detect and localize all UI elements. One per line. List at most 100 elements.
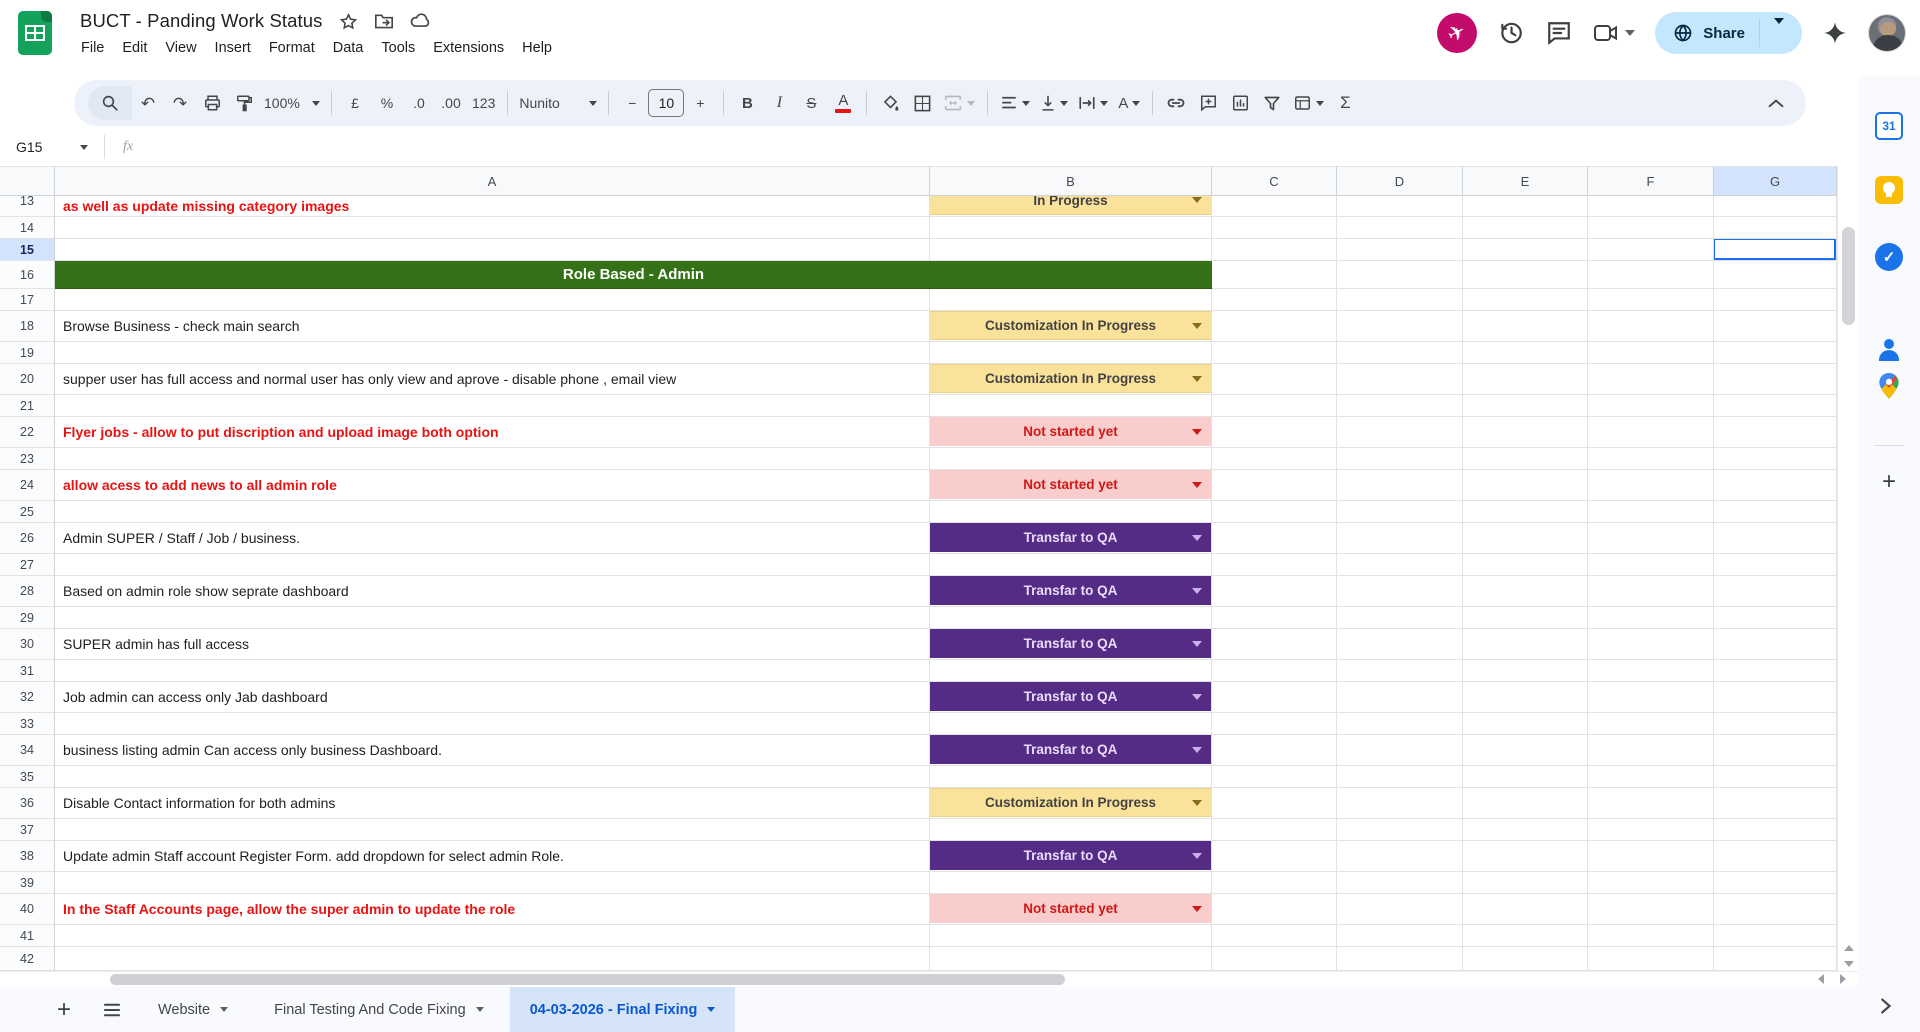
chip-caret-icon[interactable] [1192,694,1202,700]
cell-G20[interactable] [1714,364,1837,395]
row-header-42[interactable]: 42 [0,947,55,971]
cell-B29[interactable] [930,607,1212,629]
cell-B33[interactable] [930,713,1212,735]
fill-color-button[interactable] [874,86,906,120]
cell-D28[interactable] [1337,576,1463,607]
cell-D31[interactable] [1337,660,1463,682]
row-header-31[interactable]: 31 [0,660,55,682]
bold-button[interactable]: B [731,86,763,120]
cell-E36[interactable] [1463,788,1588,819]
cell-E38[interactable] [1463,841,1588,872]
cell-C39[interactable] [1212,872,1337,894]
cell-A33[interactable] [55,713,930,735]
cell-D35[interactable] [1337,766,1463,788]
row-header-30[interactable]: 30 [0,629,55,660]
menu-insert[interactable]: Insert [206,36,260,60]
cell-B40[interactable]: Not started yet [930,894,1212,925]
jump-extension-icon[interactable]: ✈ [1437,13,1477,53]
menu-edit[interactable]: Edit [113,36,156,60]
cell-D37[interactable] [1337,819,1463,841]
cell-D39[interactable] [1337,872,1463,894]
cell-C35[interactable] [1212,766,1337,788]
decrease-font-size-button[interactable]: − [616,86,648,120]
cell-A20[interactable]: supper user has full access and normal u… [55,364,930,395]
sheet-tab-3[interactable]: 04-03-2026 - Final Fixing [510,987,736,1032]
cell-F25[interactable] [1588,501,1714,523]
cell-F39[interactable] [1588,872,1714,894]
chip-caret-icon[interactable] [1192,482,1202,488]
cell-G17[interactable] [1714,289,1837,311]
row-header-15[interactable]: 15 [0,239,55,261]
cell-B25[interactable] [930,501,1212,523]
cell-C31[interactable] [1212,660,1337,682]
cell-E37[interactable] [1463,819,1588,841]
cell-B35[interactable] [930,766,1212,788]
chip-caret-icon[interactable] [1192,535,1202,541]
cell-G13[interactable] [1714,196,1837,217]
cell-A17[interactable] [55,289,930,311]
cell-B21[interactable] [930,395,1212,417]
cell-B26[interactable]: Transfar to QA [930,523,1212,554]
account-avatar[interactable] [1868,14,1906,52]
cell-D32[interactable] [1337,682,1463,713]
chip-caret-icon[interactable] [1192,747,1202,753]
cell-B38[interactable]: Transfar to QA [930,841,1212,872]
cell-E31[interactable] [1463,660,1588,682]
cell-A26[interactable]: Admin SUPER / Staff / Job / business. [55,523,930,554]
cell-F32[interactable] [1588,682,1714,713]
status-dropdown-chip[interactable]: Transfar to QA [930,682,1211,711]
cell-F38[interactable] [1588,841,1714,872]
row-header-37[interactable]: 37 [0,819,55,841]
vertical-align-button[interactable] [1035,86,1073,120]
cell-C26[interactable] [1212,523,1337,554]
scroll-left-icon[interactable] [1818,974,1824,984]
cell-C36[interactable] [1212,788,1337,819]
paint-format-button[interactable] [228,86,260,120]
cell-F14[interactable] [1588,217,1714,239]
cell-B28[interactable]: Transfar to QA [930,576,1212,607]
chip-caret-icon[interactable] [1192,800,1202,806]
cell-D15[interactable] [1337,239,1463,261]
row-header-41[interactable]: 41 [0,925,55,947]
column-header-G[interactable]: G [1714,166,1837,196]
cell-D22[interactable] [1337,417,1463,448]
version-history-icon[interactable] [1497,19,1525,47]
cell-E35[interactable] [1463,766,1588,788]
status-dropdown-chip[interactable]: Customization In Progress [930,311,1211,340]
cell-C20[interactable] [1212,364,1337,395]
row-header-26[interactable]: 26 [0,523,55,554]
contacts-icon[interactable] [1875,336,1903,364]
status-dropdown-chip[interactable]: Transfar to QA [930,841,1211,870]
chip-caret-icon[interactable] [1192,197,1202,203]
cell-G21[interactable] [1714,395,1837,417]
cell-A28[interactable]: Based on admin role show seprate dashboa… [55,576,930,607]
insert-link-button[interactable] [1160,86,1192,120]
font-size-input[interactable]: 10 [648,89,684,117]
sheet-tab-caret-icon[interactable] [707,1007,715,1012]
cell-C30[interactable] [1212,629,1337,660]
cell-C29[interactable] [1212,607,1337,629]
cell-E40[interactable] [1463,894,1588,925]
text-color-button[interactable]: A [827,86,859,120]
row-header-14[interactable]: 14 [0,217,55,239]
cell-E41[interactable] [1463,925,1588,947]
cell-G30[interactable] [1714,629,1837,660]
cell-G31[interactable] [1714,660,1837,682]
status-dropdown-chip[interactable]: Customization In Progress [930,788,1211,817]
cell-D25[interactable] [1337,501,1463,523]
cell-C41[interactable] [1212,925,1337,947]
increase-font-size-button[interactable]: + [684,86,716,120]
cell-A22[interactable]: Flyer jobs - allow to put discription an… [55,417,930,448]
document-title[interactable]: BUCT - Panding Work Status [80,10,323,32]
cell-G29[interactable] [1714,607,1837,629]
cell-G19[interactable] [1714,342,1837,364]
vertical-scrollbar[interactable] [1837,166,1858,971]
insert-comment-button[interactable] [1192,86,1224,120]
horizontal-scrollbar[interactable] [0,971,1858,987]
cell-C22[interactable] [1212,417,1337,448]
functions-button[interactable]: Σ [1329,86,1361,120]
cell-E30[interactable] [1463,629,1588,660]
menu-format[interactable]: Format [260,36,324,60]
cell-C27[interactable] [1212,554,1337,576]
cell-A14[interactable] [55,217,930,239]
